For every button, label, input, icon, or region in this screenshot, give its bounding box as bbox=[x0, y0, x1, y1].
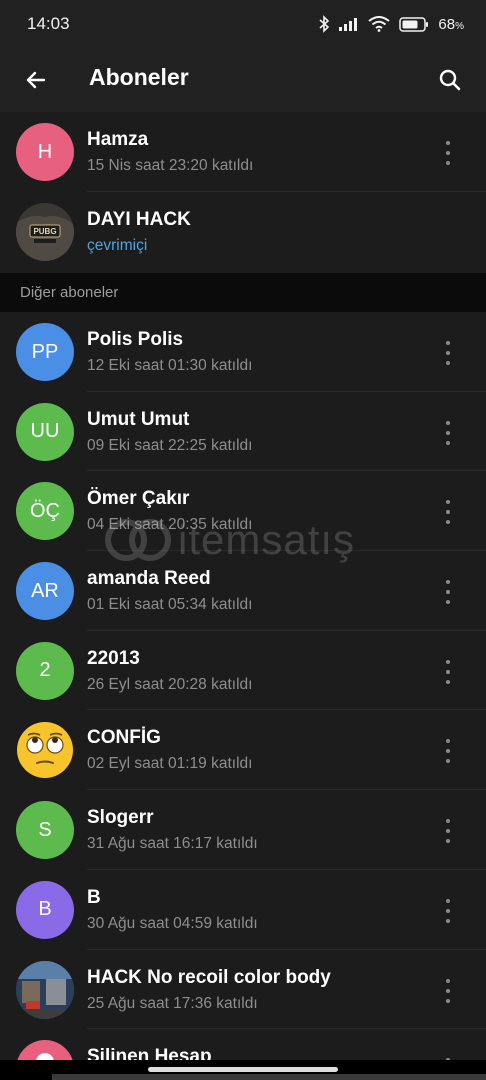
avatar: H bbox=[16, 123, 74, 181]
more-vertical-icon[interactable] bbox=[438, 819, 458, 844]
app-bar: Aboneler bbox=[0, 48, 486, 112]
more-vertical-icon[interactable] bbox=[438, 739, 458, 764]
more-vertical-icon[interactable] bbox=[438, 580, 458, 605]
list-item[interactable]: S Slogerr 31 Ağu saat 16:17 katıldı bbox=[0, 790, 486, 870]
member-name: HACK No recoil color body bbox=[87, 966, 331, 988]
system-nav-bar bbox=[0, 1060, 486, 1080]
member-joined: 31 Ağu saat 16:17 katıldı bbox=[87, 835, 258, 853]
member-name: Umut Umut bbox=[87, 408, 190, 430]
section-header: Diğer aboneler bbox=[0, 273, 486, 312]
game-screenshot-avatar-image bbox=[16, 960, 74, 1019]
more-vertical-icon[interactable] bbox=[438, 341, 458, 365]
list-item[interactable]: AR amanda Reed 01 Eki saat 05:34 katıldı bbox=[0, 551, 486, 631]
online-status: çevrimiçi bbox=[87, 236, 148, 254]
pubg-avatar-image: PUBG bbox=[16, 202, 74, 261]
battery-percent: 68% bbox=[438, 15, 464, 33]
avatar: AR bbox=[16, 562, 74, 621]
more-vertical-icon[interactable] bbox=[438, 500, 458, 525]
svg-text:PUBG: PUBG bbox=[33, 227, 56, 236]
member-joined: 09 Eki saat 22:25 katıldı bbox=[87, 436, 253, 454]
more-vertical-icon[interactable] bbox=[438, 141, 458, 165]
search-icon bbox=[439, 69, 461, 91]
section-header-label: Diğer aboneler bbox=[20, 284, 119, 301]
bluetooth-icon bbox=[319, 15, 330, 33]
top-members-list: H Hamza 15 Nis saat 23:20 katıldı PUBG D… bbox=[0, 112, 486, 273]
nav-strip bbox=[52, 1074, 486, 1080]
list-item[interactable]: ÖÇ Ömer Çakır 04 Eki saat 20:35 katıldı bbox=[0, 471, 486, 551]
member-joined: 12 Eki saat 01:30 katıldı bbox=[87, 357, 253, 374]
more-vertical-icon[interactable] bbox=[438, 978, 458, 1003]
member-name: 22013 bbox=[87, 647, 140, 669]
avatar: PUBG bbox=[16, 202, 74, 261]
member-name: Slogerr bbox=[87, 807, 154, 829]
avatar bbox=[16, 960, 74, 1019]
list-item[interactable]: UU Umut Umut 09 Eki saat 22:25 katıldı bbox=[0, 392, 486, 472]
status-icons: 68% bbox=[319, 13, 464, 35]
member-name: Ömer Çakır bbox=[87, 488, 190, 510]
page-title: Aboneler bbox=[89, 64, 189, 90]
avatar: S bbox=[16, 801, 74, 860]
member-joined: 30 Ağu saat 04:59 katıldı bbox=[87, 914, 258, 932]
member-name: B bbox=[87, 886, 101, 908]
member-name: Hamza bbox=[87, 129, 149, 150]
signal-icon bbox=[339, 17, 359, 31]
avatar: ÖÇ bbox=[16, 482, 74, 541]
member-name: CONFİG bbox=[87, 727, 161, 749]
more-vertical-icon[interactable] bbox=[438, 420, 458, 445]
avatar: B bbox=[16, 880, 74, 939]
status-time: 14:03 bbox=[27, 14, 70, 33]
list-item[interactable]: B B 30 Ağu saat 04:59 katıldı bbox=[0, 870, 486, 950]
list-item[interactable]: PP Polis Polis 12 Eki saat 01:30 katıldı bbox=[0, 312, 486, 392]
rolling-eyes-emoji-icon bbox=[17, 722, 73, 779]
avatar bbox=[16, 721, 74, 779]
member-name: Polis Polis bbox=[87, 329, 184, 350]
home-gesture-pill[interactable] bbox=[148, 1067, 338, 1072]
status-bar: 14:03 68% bbox=[0, 0, 486, 48]
member-name: DAYI HACK bbox=[87, 208, 191, 230]
avatar: UU bbox=[16, 402, 74, 461]
member-joined: 15 Nis saat 23:20 katıldı bbox=[87, 157, 254, 174]
battery-icon bbox=[399, 16, 429, 32]
other-members-list: PP Polis Polis 12 Eki saat 01:30 katıldı… bbox=[0, 312, 486, 1080]
list-item[interactable]: 2 22013 26 Eyl saat 20:28 katıldı bbox=[0, 631, 486, 711]
member-joined: 04 Eki saat 20:35 katıldı bbox=[87, 516, 253, 534]
more-vertical-icon[interactable] bbox=[438, 659, 458, 684]
list-item[interactable]: HACK No recoil color body 25 Ağu saat 17… bbox=[0, 950, 486, 1030]
member-name: amanda Reed bbox=[87, 568, 211, 590]
member-joined: 02 Eyl saat 01:19 katıldı bbox=[87, 755, 253, 773]
avatar: PP bbox=[16, 323, 74, 381]
list-item[interactable]: H Hamza 15 Nis saat 23:20 katıldı bbox=[0, 112, 486, 192]
list-item[interactable]: CONFİG 02 Eyl saat 01:19 katıldı bbox=[0, 710, 486, 790]
wifi-icon bbox=[368, 16, 391, 32]
more-vertical-icon[interactable] bbox=[438, 898, 458, 923]
back-button[interactable] bbox=[16, 60, 56, 100]
arrow-left-icon bbox=[26, 71, 46, 89]
avatar: 2 bbox=[16, 641, 74, 700]
member-joined: 01 Eki saat 05:34 katıldı bbox=[87, 596, 253, 614]
member-joined: 25 Ağu saat 17:36 katıldı bbox=[87, 994, 258, 1012]
member-joined: 26 Eyl saat 20:28 katıldı bbox=[87, 675, 253, 693]
search-button[interactable] bbox=[430, 60, 470, 100]
list-item[interactable]: PUBG DAYI HACK çevrimiçi bbox=[0, 192, 486, 272]
